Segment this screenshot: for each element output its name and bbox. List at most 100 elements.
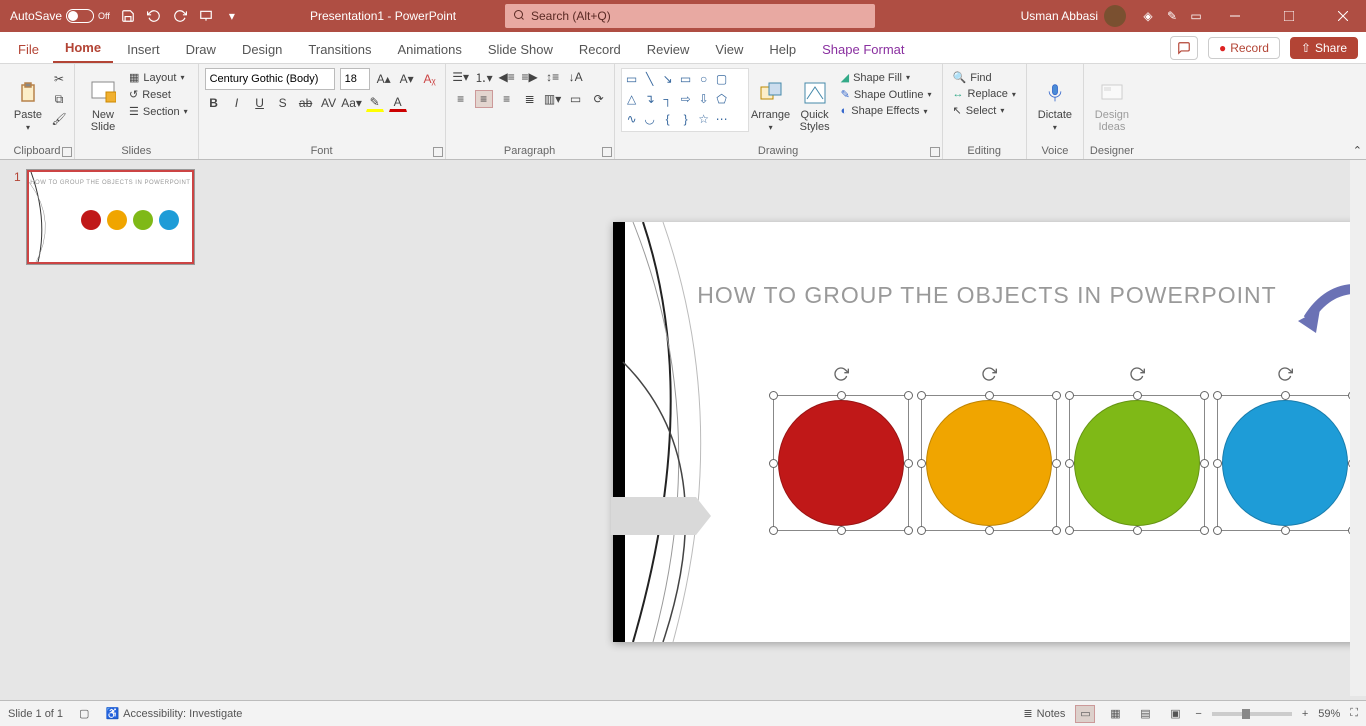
shape-fill-button[interactable]: ◢Shape Fill▾ (837, 70, 936, 85)
user-account[interactable]: Usman Abbasi (1021, 5, 1132, 27)
undo-icon[interactable] (146, 8, 162, 24)
resize-handle[interactable] (1281, 526, 1290, 535)
font-color-icon[interactable]: A (389, 94, 407, 112)
resize-handle[interactable] (985, 391, 994, 400)
shape-penta-icon[interactable]: ⬠ (714, 91, 730, 107)
ribbon-display-icon[interactable]: ▭ (1188, 8, 1204, 24)
format-painter-icon[interactable]: 🖌 (50, 110, 68, 128)
resize-handle[interactable] (904, 391, 913, 400)
selected-circle-3[interactable] (1074, 400, 1200, 526)
zoom-out-icon[interactable]: − (1195, 708, 1201, 720)
rotate-handle-icon[interactable] (1129, 366, 1145, 382)
resize-handle[interactable] (1052, 526, 1061, 535)
slide-canvas[interactable]: HOW TO GROUP THE OBJECTS IN POWERPOINT (613, 222, 1361, 642)
resize-handle[interactable] (1052, 391, 1061, 400)
decrease-font-icon[interactable]: A▾ (398, 70, 416, 88)
align-center-icon[interactable]: ≡ (475, 90, 493, 108)
resize-handle[interactable] (917, 526, 926, 535)
find-button[interactable]: 🔍Find (949, 70, 1020, 85)
tab-help[interactable]: Help (757, 36, 808, 63)
shape-arc-icon[interactable]: ◡ (642, 111, 658, 127)
shape-elbow-icon[interactable]: ┐ (660, 91, 676, 107)
indent-icon[interactable]: ≡▶ (521, 68, 539, 86)
shape-more-icon[interactable]: ⋯ (714, 111, 730, 127)
slide-editor[interactable]: HOW TO GROUP THE OBJECTS IN POWERPOINT (208, 160, 1366, 696)
slideshow-view-icon[interactable]: ▣ (1165, 705, 1185, 723)
resize-handle[interactable] (1065, 526, 1074, 535)
numbering-icon[interactable]: ⒈▾ (475, 68, 493, 86)
shape-line-icon[interactable]: ╲ (642, 71, 658, 87)
shape-star-icon[interactable]: ☆ (696, 111, 712, 127)
resize-handle[interactable] (769, 459, 778, 468)
text-direction-icon[interactable]: ↓A (567, 68, 585, 86)
reading-view-icon[interactable]: ▤ (1135, 705, 1155, 723)
tab-review[interactable]: Review (635, 36, 702, 63)
fit-window-icon[interactable]: ⛶ (1350, 707, 1358, 720)
resize-handle[interactable] (1281, 391, 1290, 400)
arrange-button[interactable]: Arrange▾ (749, 68, 793, 143)
bullets-icon[interactable]: ☰▾ (452, 68, 470, 86)
italic-icon[interactable]: I (228, 94, 246, 112)
resize-handle[interactable] (1213, 526, 1222, 535)
resize-handle[interactable] (837, 391, 846, 400)
resize-handle[interactable] (1213, 391, 1222, 400)
zoom-slider[interactable] (1212, 712, 1292, 716)
maximize-button[interactable] (1266, 0, 1312, 32)
new-slide-button[interactable]: New Slide (81, 68, 125, 143)
design-ideas-button[interactable]: Design Ideas (1090, 68, 1134, 143)
shape-outline-button[interactable]: ✎Shape Outline▾ (837, 87, 936, 102)
slide-counter[interactable]: Slide 1 of 1 (8, 708, 63, 720)
zoom-in-icon[interactable]: + (1302, 708, 1308, 720)
collapse-ribbon-icon[interactable]: ⌃ (1353, 144, 1362, 157)
autosave-toggle[interactable]: AutoSave Off (10, 9, 110, 23)
select-button[interactable]: ↖Select▾ (949, 103, 1020, 118)
shape-tri-icon[interactable]: △ (624, 91, 640, 107)
copy-icon[interactable]: ⧉ (50, 90, 68, 108)
shape-oval-icon[interactable]: ○ (696, 71, 712, 87)
shape-rect-icon[interactable]: ▭ (678, 71, 694, 87)
rotate-handle-icon[interactable] (1277, 366, 1293, 382)
shape-connector-icon[interactable]: ↴ (642, 91, 658, 107)
resize-handle[interactable] (1200, 459, 1209, 468)
underline-icon[interactable]: U (251, 94, 269, 112)
rotate-handle-icon[interactable] (981, 366, 997, 382)
accessibility-button[interactable]: ♿ Accessibility: Investigate (105, 707, 242, 720)
pen-icon[interactable]: ✎ (1164, 8, 1180, 24)
rotate-handle-icon[interactable] (833, 366, 849, 382)
resize-handle[interactable] (917, 391, 926, 400)
vertical-scrollbar[interactable] (1350, 160, 1366, 696)
clipboard-dialog-icon[interactable] (62, 147, 72, 157)
tab-shape-format[interactable]: Shape Format (810, 36, 916, 63)
clear-format-icon[interactable]: Aᵪ (421, 70, 439, 88)
tab-slideshow[interactable]: Slide Show (476, 36, 565, 63)
shape-text-icon[interactable]: ▭ (624, 71, 640, 87)
arrow-shape[interactable] (611, 497, 711, 535)
tab-home[interactable]: Home (53, 34, 113, 63)
resize-handle[interactable] (1200, 391, 1209, 400)
resize-handle[interactable] (1065, 459, 1074, 468)
tab-file[interactable]: File (6, 36, 51, 63)
spellcheck-icon[interactable]: ▢ (79, 707, 89, 720)
paragraph-dialog-icon[interactable] (602, 147, 612, 157)
shape-brace2-icon[interactable]: } (678, 111, 694, 127)
strike-icon[interactable]: ab (297, 94, 315, 112)
tab-design[interactable]: Design (230, 36, 294, 63)
shape-brace-icon[interactable]: { (660, 111, 676, 127)
record-button[interactable]: ●Record (1208, 37, 1280, 59)
resize-handle[interactable] (1052, 459, 1061, 468)
cut-icon[interactable]: ✂ (50, 70, 68, 88)
dictate-button[interactable]: Dictate▾ (1033, 68, 1077, 143)
slideshow-icon[interactable] (198, 8, 214, 24)
drawing-dialog-icon[interactable] (930, 147, 940, 157)
redo-icon[interactable] (172, 8, 188, 24)
shape-arrow3-icon[interactable]: ⇩ (696, 91, 712, 107)
shapes-gallery[interactable]: ▭╲↘▭○▢ △↴┐⇨⇩⬠ ∿◡{}☆⋯ (621, 68, 749, 132)
case-icon[interactable]: Aa▾ (343, 94, 361, 112)
resize-handle[interactable] (1133, 391, 1142, 400)
normal-view-icon[interactable]: ▭ (1075, 705, 1095, 723)
resize-handle[interactable] (837, 526, 846, 535)
section-button[interactable]: ☰Section▾ (125, 104, 192, 119)
resize-handle[interactable] (769, 391, 778, 400)
shape-roundrect-icon[interactable]: ▢ (714, 71, 730, 87)
shape-effects-button[interactable]: ◐Shape Effects▾ (837, 104, 936, 118)
